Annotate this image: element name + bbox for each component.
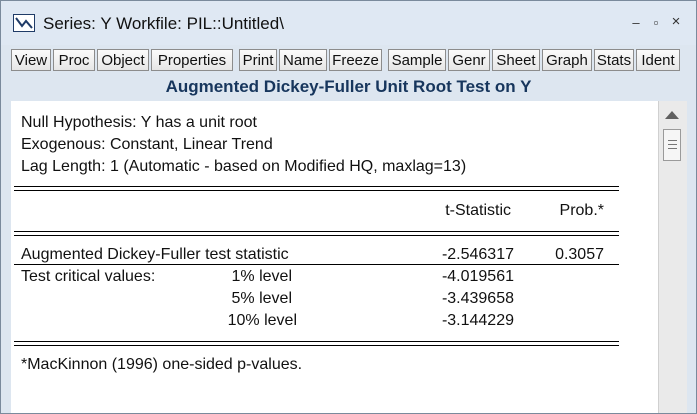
- table-bottom-rule: [14, 341, 619, 342]
- critical-value-10pct: -3.144229: [441, 312, 514, 329]
- name-button[interactable]: Name: [279, 49, 327, 71]
- table-bottom-rule-double: [14, 345, 619, 346]
- view-button[interactable]: View: [11, 49, 51, 71]
- close-icon[interactable]: ×: [669, 13, 683, 30]
- freeze-button[interactable]: Freeze: [329, 49, 382, 71]
- output-heading: Augmented Dickey-Fuller Unit Root Test o…: [11, 75, 686, 99]
- window-title: Series: Y Workfile: PIL::Untitled\: [43, 14, 284, 33]
- ident-button[interactable]: Ident: [636, 49, 680, 71]
- table-top-rule-double: [14, 190, 619, 191]
- sample-button[interactable]: Sample: [388, 49, 446, 71]
- proc-button[interactable]: Proc: [53, 49, 95, 71]
- adf-statistic-label: Augmented Dickey-Fuller test statistic: [21, 246, 289, 263]
- critical-level-10pct: 10% level: [227, 312, 297, 329]
- critical-values-label: Test critical values:: [21, 268, 156, 285]
- footnote-text: *MacKinnon (1996) one-sided p-values.: [21, 356, 303, 373]
- restore-icon[interactable]: ▫: [649, 15, 663, 30]
- output-table[interactable]: Null Hypothesis: Y has a unit root Exoge…: [11, 101, 658, 413]
- adf-row-rule: [14, 264, 619, 265]
- null-hypothesis-text: Null Hypothesis: Y has a unit root: [21, 114, 257, 131]
- exogenous-text: Exogenous: Constant, Linear Trend: [21, 136, 273, 153]
- lag-length-text: Lag Length: 1 (Automatic - based on Modi…: [21, 158, 467, 175]
- series-window: Series: Y Workfile: PIL::Untitled\ – ▫ ×…: [0, 0, 697, 414]
- adf-prob-value: 0.3057: [555, 246, 604, 263]
- table-top-rule: [14, 186, 619, 187]
- critical-level-5pct: 5% level: [231, 290, 292, 307]
- critical-value-5pct: -3.439658: [441, 290, 514, 307]
- graph-button[interactable]: Graph: [542, 49, 592, 71]
- scroll-up-arrow-icon[interactable]: [665, 111, 679, 119]
- adf-t-statistic-value: -2.546317: [441, 246, 514, 263]
- stats-button[interactable]: Stats: [594, 49, 634, 71]
- object-button[interactable]: Object: [97, 49, 149, 71]
- properties-button[interactable]: Properties: [151, 49, 233, 71]
- prob-header: Prob.*: [559, 202, 604, 219]
- sheet-button[interactable]: Sheet: [492, 49, 540, 71]
- eviews-series-icon: [13, 14, 35, 32]
- genr-button[interactable]: Genr: [448, 49, 490, 71]
- header-rule-double: [14, 235, 619, 236]
- critical-value-1pct: -4.019561: [441, 268, 514, 285]
- scrollbar-thumb[interactable]: [663, 129, 681, 161]
- minimize-icon[interactable]: –: [629, 15, 643, 30]
- critical-level-1pct: 1% level: [231, 268, 292, 285]
- header-rule: [14, 231, 619, 232]
- print-button[interactable]: Print: [239, 49, 277, 71]
- t-statistic-header: t-Statistic: [445, 202, 511, 219]
- title-bar[interactable]: Series: Y Workfile: PIL::Untitled\ – ▫ ×: [1, 1, 696, 45]
- vertical-scrollbar[interactable]: [658, 101, 687, 413]
